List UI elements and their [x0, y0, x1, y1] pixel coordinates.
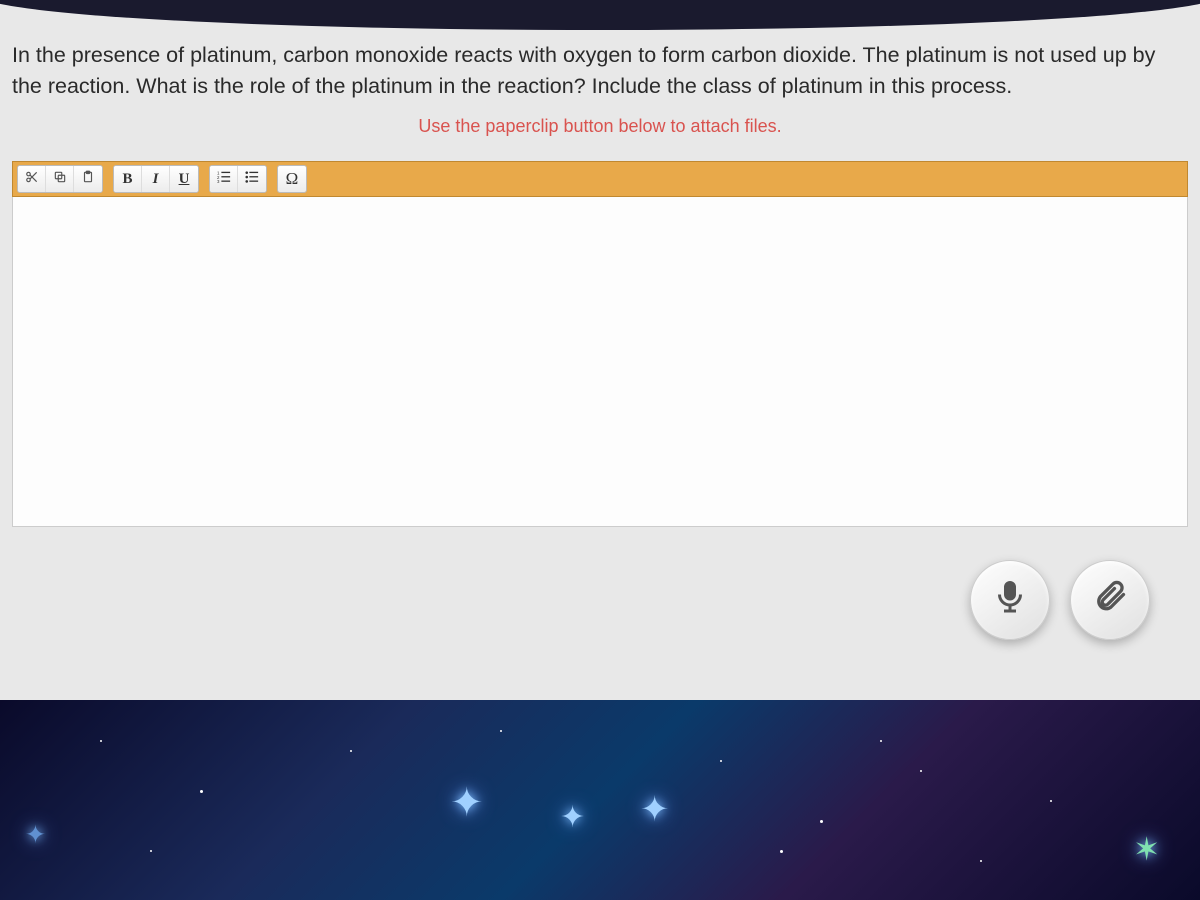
microphone-icon [992, 578, 1028, 622]
copy-icon [53, 170, 67, 188]
unordered-list-icon [245, 170, 259, 188]
clipboard-icon [81, 170, 95, 188]
editor-textarea[interactable] [12, 197, 1188, 527]
cut-button[interactable] [18, 166, 46, 192]
special-char-button[interactable]: Ω [278, 166, 306, 192]
editor-toolbar: B I U 1 2 3 [12, 161, 1188, 197]
paperclip-icon [1092, 578, 1128, 622]
attachment-buttons [970, 560, 1150, 640]
copy-button[interactable] [46, 166, 74, 192]
bold-button[interactable]: B [114, 166, 142, 192]
list-group: 1 2 3 [209, 165, 267, 193]
ordered-list-icon: 1 2 3 [217, 170, 231, 188]
unordered-list-button[interactable] [238, 166, 266, 192]
italic-button[interactable]: I [142, 166, 170, 192]
paperclip-button[interactable] [1070, 560, 1150, 640]
attach-hint-text: Use the paperclip button below to attach… [12, 116, 1188, 137]
microphone-button[interactable] [970, 560, 1050, 640]
paste-button[interactable] [74, 166, 102, 192]
underline-button[interactable]: U [170, 166, 198, 192]
svg-text:3: 3 [217, 179, 220, 184]
special-group: Ω [277, 165, 307, 193]
format-group: B I U [113, 165, 199, 193]
clipboard-group [17, 165, 103, 193]
answer-editor: B I U 1 2 3 [12, 161, 1188, 527]
scissors-icon [25, 170, 39, 188]
desktop-wallpaper: ✦ ✦ ✦ ✦ ✶ [0, 700, 1200, 900]
ordered-list-button[interactable]: 1 2 3 [210, 166, 238, 192]
omega-icon: Ω [286, 169, 299, 189]
question-text: In the presence of platinum, carbon mono… [12, 40, 1188, 102]
